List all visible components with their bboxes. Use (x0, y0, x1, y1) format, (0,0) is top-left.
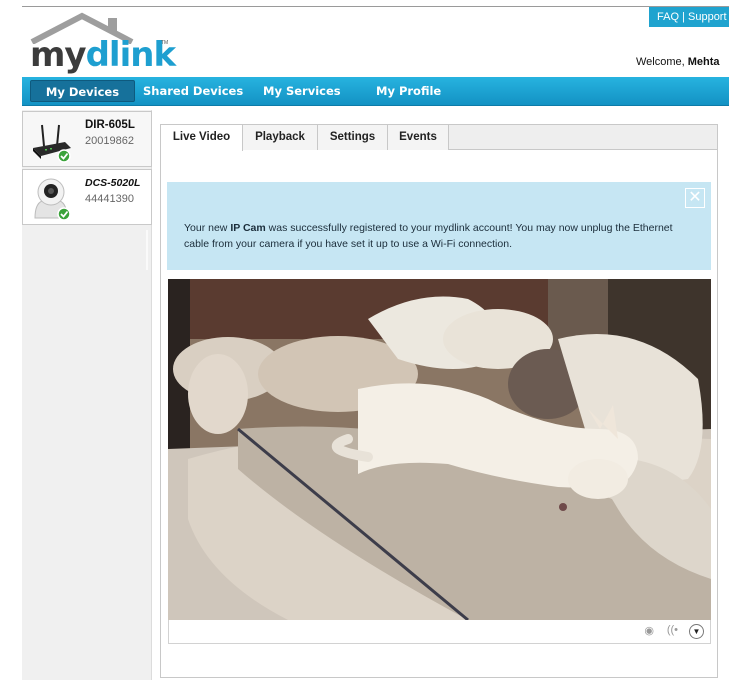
close-icon[interactable]: ✕ (685, 188, 705, 208)
nav-my-services[interactable]: My Services (263, 77, 341, 105)
help-links-bar: FAQ | Support (649, 7, 729, 27)
tab-live-video[interactable]: Live Video (161, 125, 243, 151)
help-separator: | (682, 11, 685, 23)
chevron-down-icon[interactable]: ▼ (689, 624, 704, 639)
welcome-message: Welcome, Mehta (636, 56, 720, 68)
record-icon[interactable]: ◉ (644, 624, 654, 637)
audio-icon[interactable]: ((• (667, 624, 678, 636)
main-nav: My Devices Shared Devices My Services My… (22, 77, 729, 106)
faq-link[interactable]: FAQ (657, 11, 679, 23)
device-sidebar: DIR-605L 20019862 DCS-5020L 44441390 (22, 110, 152, 680)
device-panel: Live Video Playback Settings Events ✕ Yo… (160, 124, 718, 678)
nav-my-profile[interactable]: My Profile (376, 77, 441, 105)
nav-my-devices[interactable]: My Devices (30, 80, 135, 102)
check-badge-icon (57, 149, 71, 163)
video-controls: ◉ ((• ▼ (168, 620, 711, 644)
tab-playback[interactable]: Playback (243, 125, 318, 150)
device-serial: 20019862 (85, 135, 134, 147)
check-badge-icon (57, 207, 71, 221)
top-divider (22, 6, 729, 7)
device-serial: 44441390 (85, 193, 134, 205)
device-name: DCS-5020L (85, 177, 141, 189)
logo-wordmark: mydlink (30, 35, 176, 75)
router-icon (33, 124, 71, 163)
device-item-dir-605l[interactable]: DIR-605L 20019862 (22, 111, 152, 167)
camera-icon (34, 178, 71, 221)
camera-image (168, 279, 711, 620)
tab-settings[interactable]: Settings (318, 125, 388, 150)
support-link[interactable]: Support (688, 11, 727, 23)
sidebar-scroll-track (146, 230, 148, 270)
device-tabs: Live Video Playback Settings Events (161, 125, 717, 151)
live-video-feed[interactable] (168, 279, 711, 620)
device-item-dcs-5020l[interactable]: DCS-5020L 44441390 (22, 169, 152, 225)
device-name: DIR-605L (85, 119, 135, 131)
registration-notice: ✕ Your new IP Cam was successfully regis… (167, 182, 711, 270)
user-name: Mehta (687, 56, 720, 68)
mydlink-logo[interactable]: mydlink TM (28, 12, 178, 75)
nav-shared-devices[interactable]: Shared Devices (143, 77, 243, 105)
notice-message: Your new IP Cam was successfully registe… (184, 222, 673, 250)
trademark: TM (161, 40, 169, 46)
tab-events[interactable]: Events (388, 125, 449, 150)
